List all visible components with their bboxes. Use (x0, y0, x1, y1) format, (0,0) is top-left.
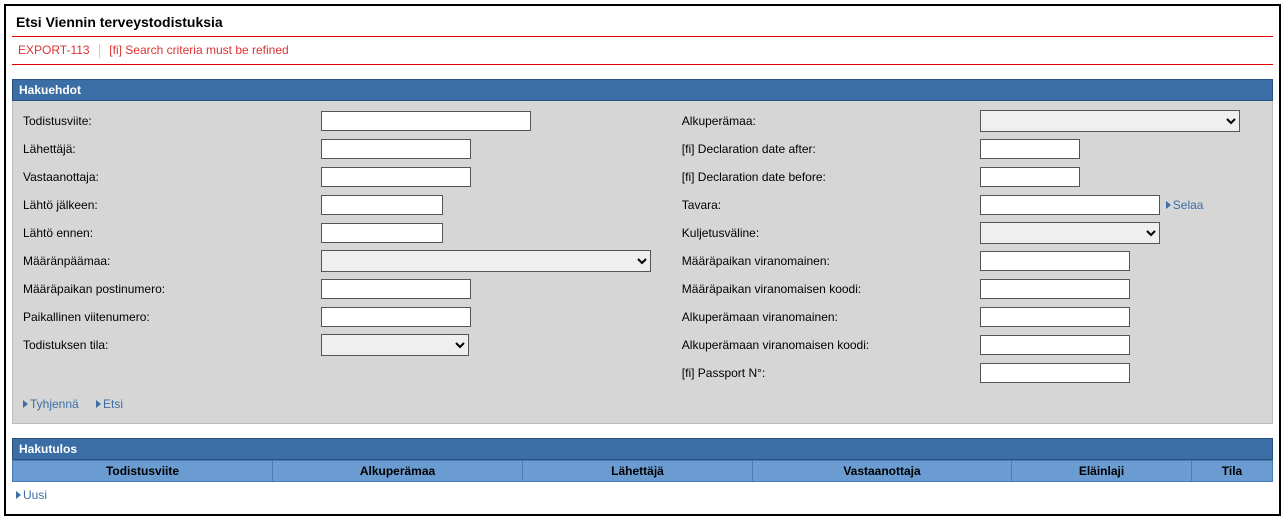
triangle-right-icon (16, 491, 21, 499)
input-alkuperamaan-viranomaisen-koodi[interactable] (980, 335, 1130, 355)
select-todistuksen-tila[interactable] (321, 334, 469, 356)
error-code: EXPORT-113 (18, 43, 90, 57)
criteria-section-header: Hakuehdot (12, 79, 1273, 101)
label-alkuperamaan-viranomainen: Alkuperämaan viranomainen: (680, 310, 980, 324)
error-message: [fi] Search criteria must be refined (109, 43, 288, 57)
col-vastaanottaja[interactable]: Vastaanottaja (753, 461, 1012, 481)
input-alkuperamaan-viranomainen[interactable] (980, 307, 1130, 327)
input-maarapaikan-viranomainen[interactable] (980, 251, 1130, 271)
input-decl-date-after[interactable] (980, 139, 1080, 159)
col-elainlaji[interactable]: Eläinlaji (1012, 461, 1192, 481)
input-maarapaikan-postinumero[interactable] (321, 279, 471, 299)
results-section-header: Hakutulos (12, 438, 1273, 460)
etsi-button[interactable]: Etsi (96, 397, 123, 411)
uusi-label: Uusi (23, 488, 47, 502)
selaa-link[interactable]: Selaa (1166, 198, 1204, 212)
spacer (12, 424, 1273, 438)
input-tavara[interactable] (980, 195, 1160, 215)
app-window: Etsi Viennin terveystodistuksia EXPORT-1… (4, 4, 1281, 516)
select-maaranpaamaa[interactable] (321, 250, 651, 272)
criteria-left-col: Todistusviite: Lähettäjä: Vastaanottaja:… (21, 107, 680, 387)
input-todistusviite[interactable] (321, 111, 531, 131)
col-tila[interactable]: Tila (1192, 461, 1272, 481)
label-decl-date-after: [fi] Declaration date after: (680, 142, 980, 156)
label-lahettaja: Lähettäjä: (21, 142, 321, 156)
error-bar: EXPORT-113 [fi] Search criteria must be … (12, 36, 1273, 65)
spacer (12, 65, 1273, 79)
label-paikallinen-viitenumero: Paikallinen viitenumero: (21, 310, 321, 324)
label-todistuksen-tila: Todistuksen tila: (21, 338, 321, 352)
error-separator (99, 44, 100, 58)
label-alkuperamaan-viranomaisen-koodi: Alkuperämaan viranomaisen koodi: (680, 338, 980, 352)
triangle-right-icon (96, 400, 101, 408)
input-decl-date-before[interactable] (980, 167, 1080, 187)
input-maarapaikan-viranomaisen-koodi[interactable] (980, 279, 1130, 299)
label-maarapaikan-postinumero: Määräpaikan postinumero: (21, 282, 321, 296)
label-maarapaikan-viranomainen: Määräpaikan viranomainen: (680, 254, 980, 268)
label-lahto-ennen: Lähtö ennen: (21, 226, 321, 240)
label-tavara: Tavara: (680, 198, 980, 212)
col-lahettaja[interactable]: Lähettäjä (523, 461, 753, 481)
criteria-actions: Tyhjennä Etsi (21, 387, 1264, 413)
label-vastaanottaja: Vastaanottaja: (21, 170, 321, 184)
col-todistusviite[interactable]: Todistusviite (13, 461, 273, 481)
label-maaranpaamaa: Määränpäämaa: (21, 254, 321, 268)
select-alkuperamaa[interactable] (980, 110, 1240, 132)
page-title: Etsi Viennin terveystodistuksia (12, 10, 1273, 36)
label-decl-date-before: [fi] Declaration date before: (680, 170, 980, 184)
col-alkuperamaa[interactable]: Alkuperämaa (273, 461, 523, 481)
label-todistusviite: Todistusviite: (21, 114, 321, 128)
criteria-right-col: Alkuperämaa: [fi] Declaration date after… (680, 107, 1264, 387)
triangle-right-icon (1166, 201, 1171, 209)
input-lahettaja[interactable] (321, 139, 471, 159)
label-maarapaikan-viranomaisen-koodi: Määräpaikan viranomaisen koodi: (680, 282, 980, 296)
input-lahto-ennen[interactable] (321, 223, 443, 243)
input-paikallinen-viitenumero[interactable] (321, 307, 471, 327)
tyhjenna-button[interactable]: Tyhjennä (23, 397, 79, 411)
input-vastaanottaja[interactable] (321, 167, 471, 187)
selaa-label: Selaa (1173, 198, 1204, 212)
results-header-row: Todistusviite Alkuperämaa Lähettäjä Vast… (12, 460, 1273, 482)
label-passport-no: [fi] Passport N°: (680, 366, 980, 380)
label-alkuperamaa: Alkuperämaa: (680, 114, 980, 128)
input-lahto-jalkeen[interactable] (321, 195, 443, 215)
uusi-button[interactable]: Uusi (16, 488, 47, 502)
criteria-panel: Todistusviite: Lähettäjä: Vastaanottaja:… (12, 101, 1273, 424)
label-kuljetusvaline: Kuljetusväline: (680, 226, 980, 240)
triangle-right-icon (23, 400, 28, 408)
label-lahto-jalkeen: Lähtö jälkeen: (21, 198, 321, 212)
select-kuljetusvaline[interactable] (980, 222, 1160, 244)
etsi-label: Etsi (103, 397, 123, 411)
results-footer: Uusi (12, 482, 1273, 508)
tyhjenna-label: Tyhjennä (30, 397, 79, 411)
input-passport-no[interactable] (980, 363, 1130, 383)
